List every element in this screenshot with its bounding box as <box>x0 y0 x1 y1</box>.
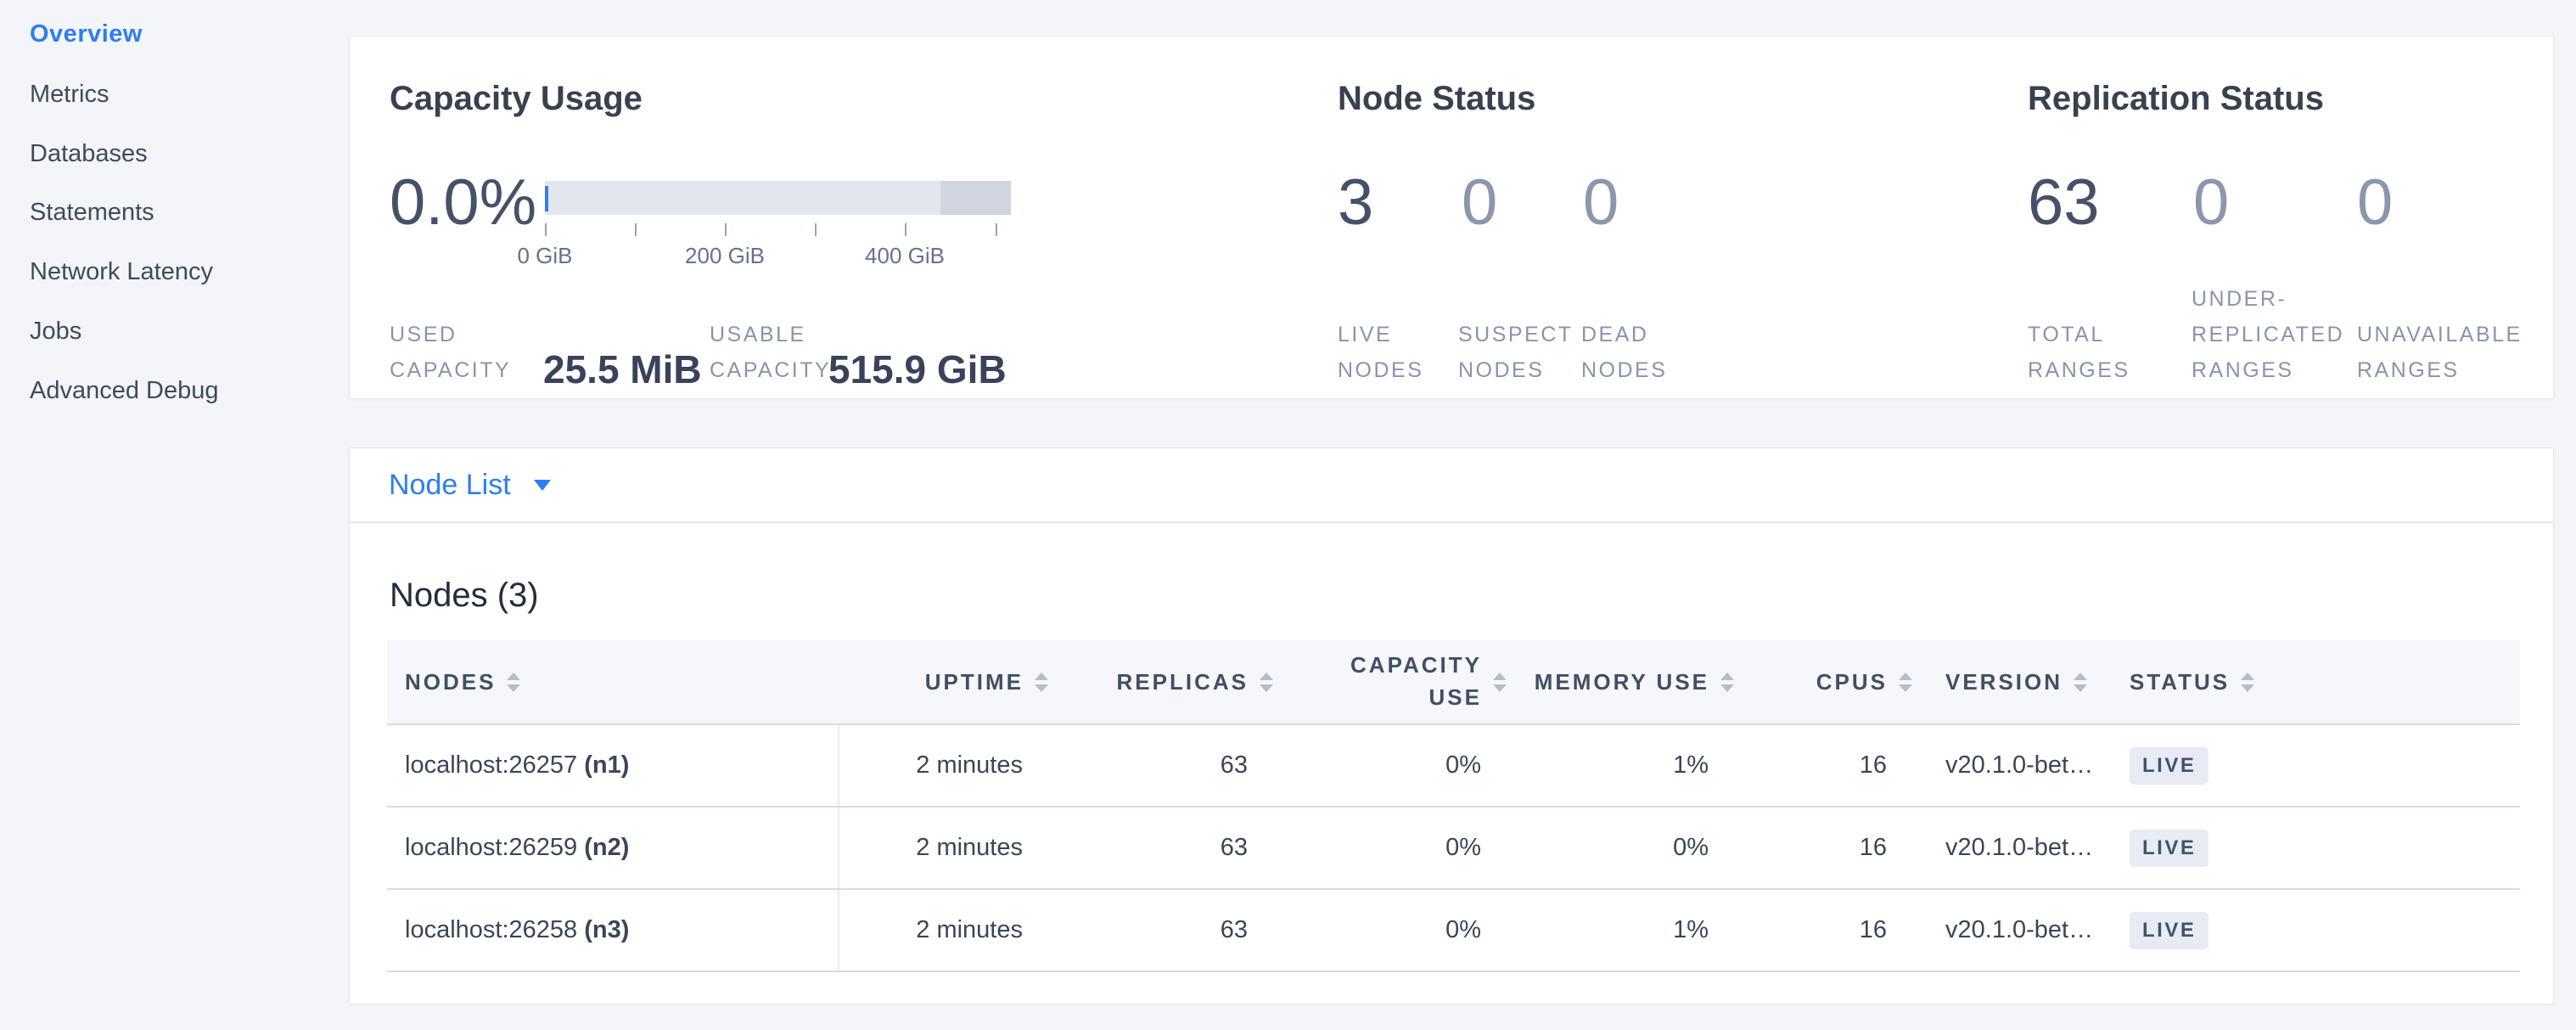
node-status-title: Node Status <box>1338 82 1535 115</box>
dead-nodes-label: DEAD NODES <box>1581 317 1717 388</box>
version-cell: v20.1.0-bet… <box>1917 889 2099 971</box>
sidebar-item-network-latency[interactable]: Network Latency <box>30 260 213 284</box>
uptime-cell: 2 minutes <box>839 807 1053 889</box>
capacity-gauge-other-segment <box>940 181 1011 215</box>
uptime-cell: 2 minutes <box>839 889 1053 971</box>
column-header-cpus[interactable]: CPUS <box>1739 640 1917 724</box>
sidebar: Overview Metrics Databases Statements Ne… <box>0 0 346 1030</box>
suspect-nodes-label: SUSPECT NODES <box>1458 317 1594 388</box>
nodes-heading: Nodes (3) <box>390 577 539 615</box>
table-row[interactable]: localhost:26257 (n1) 2 minutes 63 0% 1% … <box>387 724 2520 807</box>
capacity-used-percent: 0.0% <box>390 171 536 235</box>
replicas-cell: 63 <box>1053 889 1278 971</box>
column-header-capacity-use[interactable]: CAPACITY USE <box>1278 640 1512 724</box>
status-badge: LIVE <box>2130 747 2208 785</box>
status-cell: LIVE <box>2099 724 2520 807</box>
capacity-gauge-axis <box>545 223 1011 237</box>
replicas-cell: 63 <box>1053 724 1278 807</box>
sidebar-item-databases[interactable]: Databases <box>30 142 148 166</box>
node-link[interactable]: localhost:26258 (n3) <box>405 916 629 943</box>
status-badge: LIVE <box>2130 830 2208 867</box>
table-header-row: NODES UPTIME REPLICAS CAPACITY USE <box>387 640 2520 724</box>
column-header-replicas[interactable]: REPLICAS <box>1053 640 1278 724</box>
unavailable-ranges-label: UNAVAILABLE RANGES <box>2357 317 2527 388</box>
sort-icon <box>1493 673 1507 692</box>
node-name-cell: localhost:26258 (n3) <box>387 889 839 971</box>
total-ranges-label: TOTAL RANGES <box>2028 317 2164 388</box>
sort-icon <box>1035 673 1048 692</box>
unavailable-ranges-count: 0 <box>2357 171 2393 235</box>
live-nodes-label: LIVE NODES <box>1338 317 1473 388</box>
column-header-nodes[interactable]: NODES <box>387 640 839 724</box>
column-header-status[interactable]: STATUS <box>2099 640 2520 724</box>
column-header-memory-use[interactable]: MEMORY USE <box>1512 640 1739 724</box>
replication-status-title: Replication Status <box>2028 82 2324 115</box>
node-list-card: Node List Nodes (3) NODES UPTIME <box>349 447 2554 1005</box>
uptime-cell: 2 minutes <box>839 724 1053 807</box>
replicas-cell: 63 <box>1053 807 1278 889</box>
table-row[interactable]: localhost:26258 (n3) 2 minutes 63 0% 1% … <box>387 889 2520 971</box>
usable-capacity-label: USABLE CAPACITY <box>710 317 845 388</box>
sidebar-item-overview[interactable]: Overview <box>30 22 143 47</box>
column-header-uptime[interactable]: UPTIME <box>839 640 1053 724</box>
node-list-selector[interactable]: Node List <box>350 448 2553 523</box>
node-link[interactable]: localhost:26257 (n1) <box>405 751 629 779</box>
suspect-nodes-count: 0 <box>1462 171 1497 235</box>
total-ranges-count: 63 <box>2028 171 2100 235</box>
node-name-cell: localhost:26259 (n2) <box>387 807 839 889</box>
cpus-cell: 16 <box>1739 889 1917 971</box>
sidebar-item-advanced-debug[interactable]: Advanced Debug <box>30 379 219 403</box>
axis-label-200: 200 GiB <box>685 243 765 269</box>
sort-icon <box>507 673 520 692</box>
nodes-table: NODES UPTIME REPLICAS CAPACITY USE <box>387 640 2520 972</box>
chevron-down-icon <box>534 480 551 491</box>
version-cell: v20.1.0-bet… <box>1917 724 2099 807</box>
status-cell: LIVE <box>2099 807 2520 889</box>
capacity-use-cell: 0% <box>1278 889 1512 971</box>
capacity-gauge-bar <box>545 181 1011 215</box>
sidebar-item-jobs[interactable]: Jobs <box>30 319 81 344</box>
sort-icon <box>1899 673 1912 692</box>
capacity-gauge-used-segment <box>545 186 548 211</box>
usable-capacity-value: 515.9 GiB <box>828 348 1007 391</box>
node-link[interactable]: localhost:26259 (n2) <box>405 834 629 861</box>
sidebar-item-metrics[interactable]: Metrics <box>30 82 109 107</box>
node-name-cell: localhost:26257 (n1) <box>387 724 839 807</box>
memory-use-cell: 1% <box>1512 724 1739 807</box>
under-replicated-ranges-count: 0 <box>2193 171 2229 235</box>
node-list-selector-label: Node List <box>389 469 511 502</box>
column-header-version[interactable]: VERSION <box>1917 640 2099 724</box>
sort-icon <box>1260 673 1273 692</box>
status-badge: LIVE <box>2130 912 2208 949</box>
cpus-cell: 16 <box>1739 724 1917 807</box>
cpus-cell: 16 <box>1739 807 1917 889</box>
memory-use-cell: 0% <box>1512 807 1739 889</box>
capacity-usage-title: Capacity Usage <box>390 82 643 115</box>
live-nodes-count: 3 <box>1338 171 1373 235</box>
sort-icon <box>2074 673 2087 692</box>
status-cell: LIVE <box>2099 889 2520 971</box>
used-capacity-value: 25.5 MiB <box>543 348 702 391</box>
sort-icon <box>2241 673 2254 692</box>
under-replicated-ranges-label: UNDER-REPLICATED RANGES <box>2192 281 2349 388</box>
dead-nodes-count: 0 <box>1583 171 1619 235</box>
used-capacity-label: USED CAPACITY <box>390 317 525 388</box>
memory-use-cell: 1% <box>1512 889 1739 971</box>
table-row[interactable]: localhost:26259 (n2) 2 minutes 63 0% 0% … <box>387 807 2520 889</box>
version-cell: v20.1.0-bet… <box>1917 807 2099 889</box>
axis-label-0: 0 GiB <box>517 243 572 269</box>
sort-icon <box>1720 673 1734 692</box>
cluster-summary-card: Capacity Usage 0.0% 0 GiB 200 GiB 400 Gi… <box>349 36 2554 399</box>
sidebar-item-statements[interactable]: Statements <box>30 200 154 225</box>
capacity-use-cell: 0% <box>1278 807 1512 889</box>
capacity-use-cell: 0% <box>1278 724 1512 807</box>
axis-label-400: 400 GiB <box>865 243 945 269</box>
